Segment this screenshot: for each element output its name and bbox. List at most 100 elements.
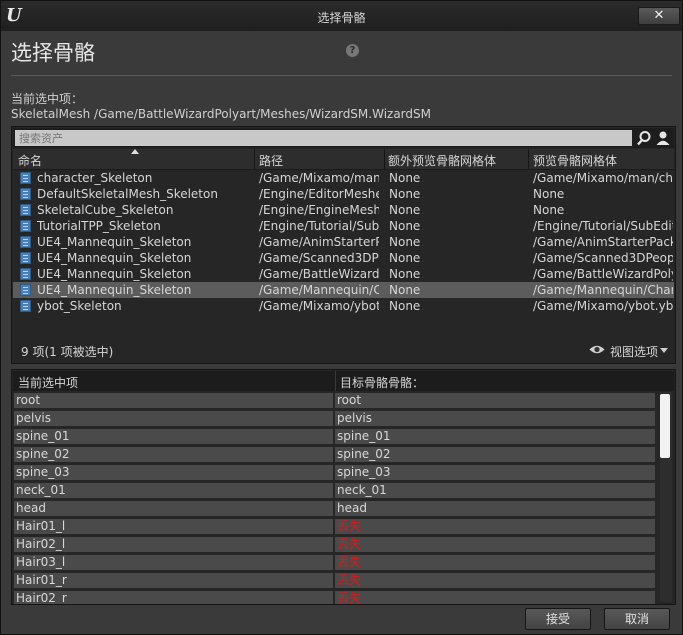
item-count: 9 项(1 项被选中) [21,345,114,359]
view-options-button[interactable]: 视图选项 [589,342,671,359]
dialog-heading: 选择骨骼 [11,41,95,65]
target-bone: spine_01 [335,429,655,444]
column-separator [254,149,255,169]
asset-extra-preview: None [389,299,421,313]
source-bone: Hair02_r [14,591,333,604]
skeleton-asset-icon [20,252,31,264]
source-bone: head [14,501,333,516]
scrollbar-thumb[interactable] [660,394,670,458]
asset-preview-mesh: /Engine/Tutorial/SubEdit [533,219,673,233]
close-button[interactable]: ✕ [638,7,680,25]
view-options-label: 视图选项 [610,345,659,359]
title-bar[interactable]: U 选择骨骼 ✕ [1,1,682,31]
bone-mapping-row: neck_01 neck_01 [13,482,658,500]
target-bone: neck_01 [335,483,655,498]
column-separator [335,371,336,391]
target-bone-missing: 丢失 [335,573,655,588]
bone-mapping-row: Hair02_r 丢失 [13,590,658,604]
skeleton-asset-icon [20,172,31,184]
asset-extra-preview: None [389,283,421,297]
source-bone: spine_03 [14,465,333,480]
asset-preview-mesh: /Game/Mannequin/Chara [533,283,673,297]
chevron-down-icon [660,348,668,353]
target-bone-missing: 丢失 [335,537,655,552]
asset-name: DefaultSkeletalMesh_Skeleton [37,187,218,201]
asset-extra-preview: None [389,187,421,201]
eye-icon [589,345,605,354]
user-filter-icon[interactable] [655,130,671,146]
bone-mapping-table: 当前选中项 目标骨骼骨骼： root root pelvis pelvis spine_… [11,369,676,605]
asset-row[interactable]: DefaultSkeletalMesh_Skeleton/Engine/Edit… [13,186,674,202]
asset-list: character_Skeleton/Game/Mixamo/man/None /… [13,170,674,314]
search-icon[interactable] [636,130,652,146]
asset-path: /Game/Scanned3DPe [259,251,379,265]
column-separator [528,149,529,169]
source-bone: pelvis [14,411,333,426]
target-bone-missing: 丢失 [335,555,655,570]
source-bone: neck_01 [14,483,333,498]
column-name[interactable]: 命名 [18,152,42,169]
asset-row[interactable]: UE4_Mannequin_Skeleton/Game/BattleWizard… [13,266,674,282]
asset-extra-preview: None [389,267,421,281]
asset-row[interactable]: UE4_Mannequin_Skeleton/Game/AnimStarterP… [13,234,674,250]
target-bone: root [335,393,655,408]
column-separator [384,149,385,169]
column-path[interactable]: 路径 [259,152,283,169]
bone-mapping-row: Hair01_l 丢失 [13,518,658,536]
search-bar [13,128,674,148]
asset-path: /Engine/EditorMeshes [259,187,379,201]
asset-extra-preview: None [389,251,421,265]
asset-name: SkeletalCube_Skeleton [37,203,174,217]
cancel-button[interactable]: 取消 [604,608,670,630]
asset-preview-mesh: None [533,203,565,217]
asset-name: UE4_Mannequin_Skeleton [37,267,192,281]
source-bone: root [14,393,333,408]
asset-name: UE4_Mannequin_Skeleton [37,251,192,265]
search-input[interactable] [15,130,632,146]
asset-path: /Game/Mannequin/Ch [259,283,379,297]
asset-preview-mesh: /Game/Mixamo/ybot.ybo [533,299,673,313]
asset-row[interactable]: UE4_Mannequin_Skeleton/Game/Scanned3DPe N… [13,250,674,266]
target-bone-missing: 丢失 [335,591,655,604]
sort-ascending-icon[interactable] [131,149,139,154]
select-skeleton-dialog: U 选择骨骼 ✕ 选择骨骼 ? 当前选中项： SkeletalMesh /Gam… [0,0,683,635]
column-target-skeleton: 目标骨骼骨骼： [340,376,425,390]
asset-preview-mesh: /Game/Scanned3DPeople [533,251,673,265]
bone-mapping-row: spine_03 spine_03 [13,464,658,482]
target-bone: head [335,501,655,516]
skeleton-asset-icon [20,188,31,200]
asset-row[interactable]: SkeletalCube_Skeleton/Engine/EngineMeshe… [13,202,674,218]
asset-path: /Engine/EngineMeshe [259,203,379,217]
asset-preview-mesh: /Game/AnimStarterPack/ [533,235,673,249]
source-bone: Hair01_l [14,519,333,534]
asset-preview-mesh: None [533,187,565,201]
help-icon[interactable]: ? [346,44,359,57]
asset-row[interactable]: character_Skeleton/Game/Mixamo/man/None /… [13,170,674,186]
bone-mapping-row: Hair03_l 丢失 [13,554,658,572]
asset-extra-preview: None [389,171,421,185]
asset-row[interactable]: TutorialTPP_Skeleton/Engine/Tutorial/Sub… [13,218,674,234]
asset-row[interactable]: UE4_Mannequin_Skeleton/Game/Mannequin/Ch… [13,282,674,298]
source-bone: spine_01 [14,429,333,444]
skeleton-asset-picker: 命名 路径 额外预览骨骼网格体 预览骨骼网格体 character_Skelet… [11,126,676,364]
accept-button[interactable]: 接受 [525,608,591,630]
source-bone: Hair02_l [14,537,333,552]
target-bone-missing: 丢失 [335,519,655,534]
target-bone: spine_03 [335,465,655,480]
asset-name: TutorialTPP_Skeleton [37,219,161,233]
skeleton-asset-icon [20,236,31,248]
window-title: 选择骨骼 [317,11,366,25]
asset-name: character_Skeleton [37,171,153,185]
column-preview-mesh[interactable]: 预览骨骼网格体 [533,152,617,169]
bone-mapping-row: head head [13,500,658,518]
source-bone: Hair01_r [14,573,333,588]
asset-row[interactable]: ybot_Skeleton/Game/Mixamo/ybot_ None/Game… [13,298,674,314]
bone-mapping-row: Hair01_r 丢失 [13,572,658,590]
current-selection-path: SkeletalMesh /Game/BattleWizardPolyart/M… [11,107,431,121]
asset-extra-preview: None [389,235,421,249]
current-selection-label: 当前选中项： [11,92,84,106]
asset-path: /Game/AnimStarterPa [259,235,379,249]
mapping-header: 当前选中项 目标骨骼骨骼： [13,371,674,391]
bone-mapping-row: Hair02_l 丢失 [13,536,658,554]
column-extra-preview-mesh[interactable]: 额外预览骨骼网格体 [388,152,496,169]
